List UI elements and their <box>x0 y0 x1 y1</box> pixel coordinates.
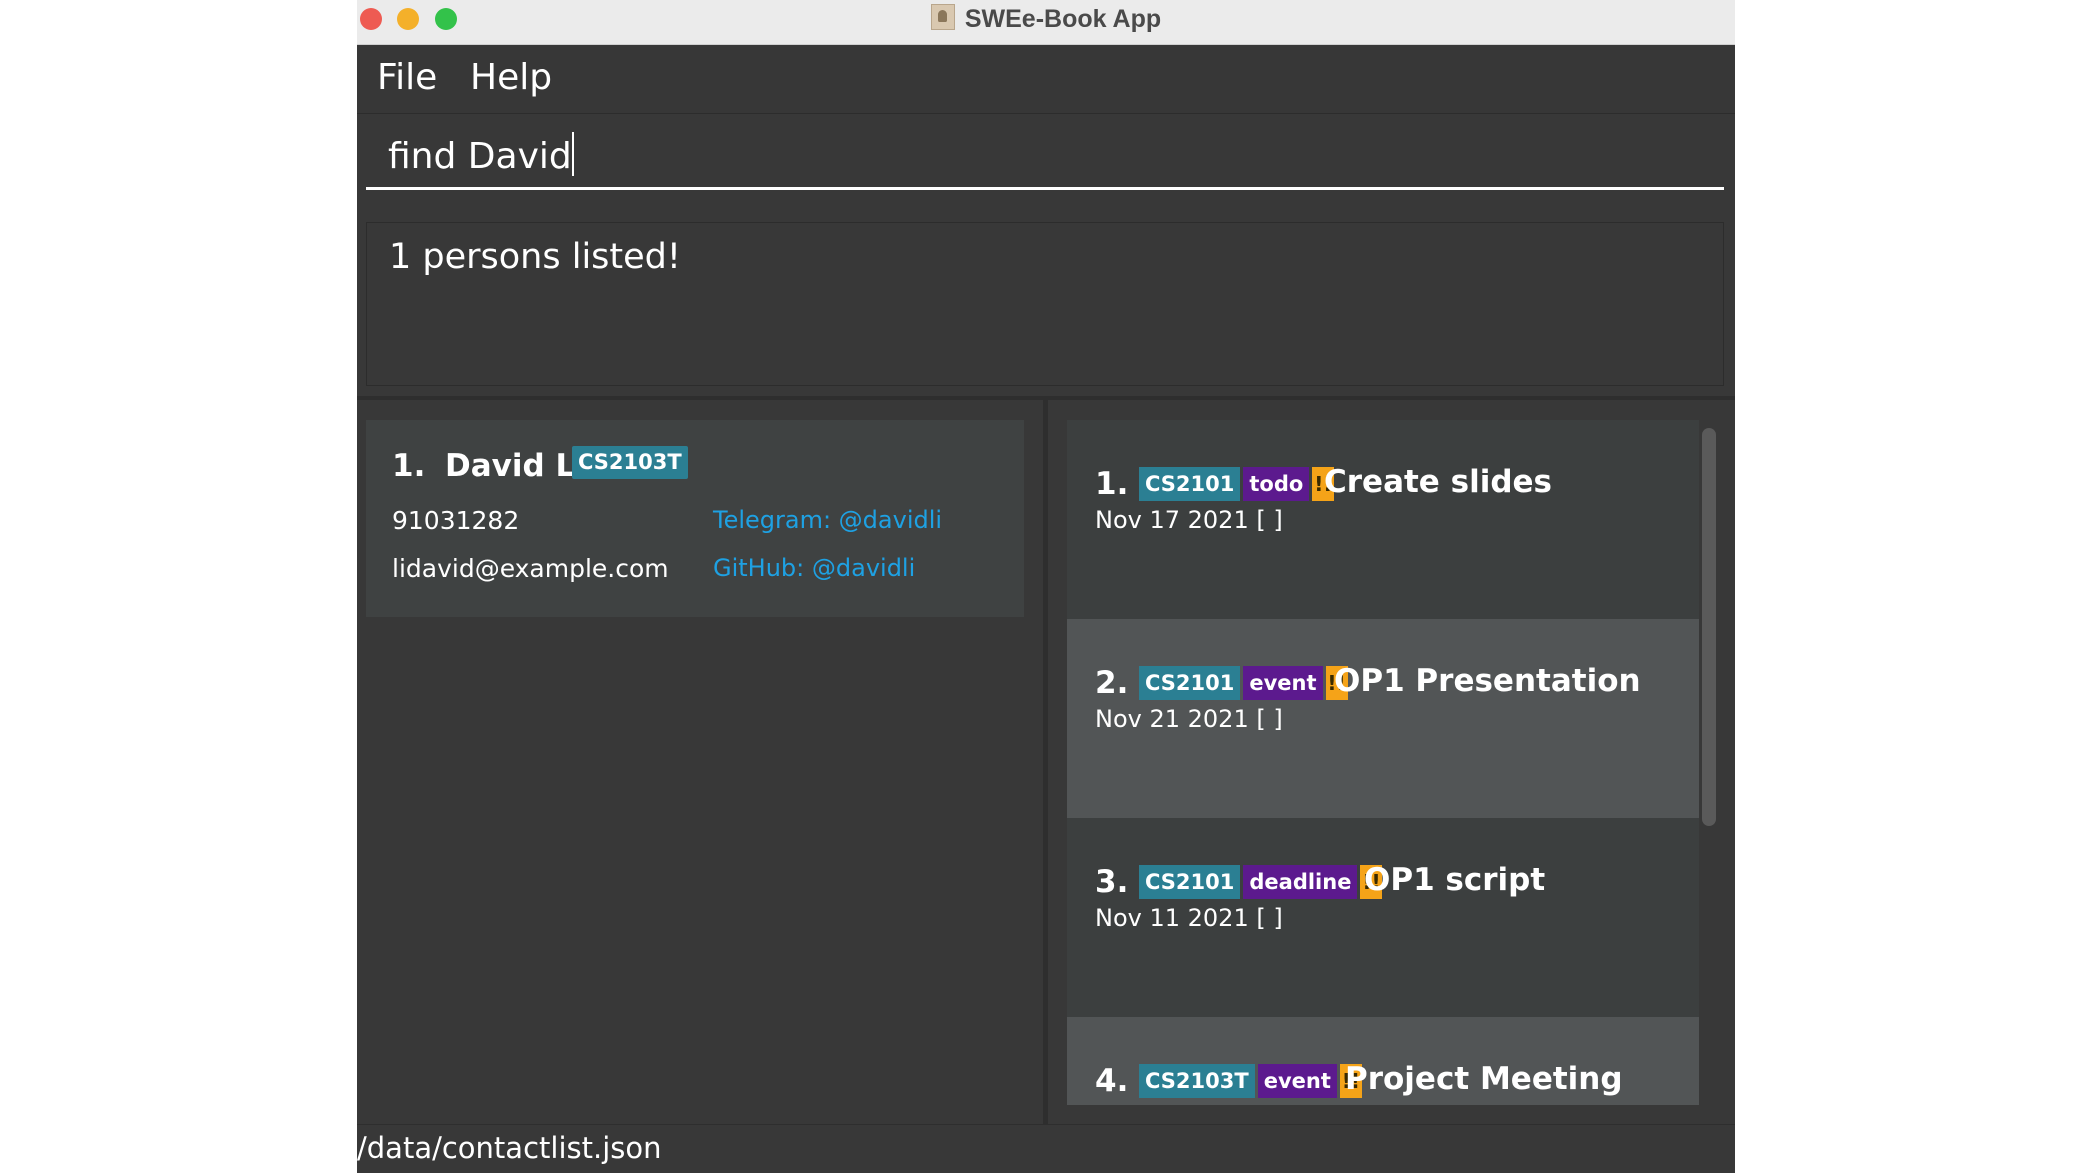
task-module-tag: CS2101 <box>1139 865 1241 899</box>
title-bar: SWEe-Book App <box>357 0 1735 45</box>
task-type-tag: event <box>1243 666 1323 700</box>
menu-bar: File Help <box>357 45 1735 114</box>
task-tags: CS2101 todo !! <box>1139 467 1335 501</box>
task-module-tag: CS2101 <box>1139 666 1241 700</box>
task-module-tag: CS2101 <box>1139 467 1241 501</box>
task-index: 1. <box>1095 466 1129 502</box>
task-card[interactable]: 2. CS2101 event !! OP1 Presentation Nov … <box>1067 619 1699 818</box>
task-tags: CS2101 deadline !! <box>1139 865 1383 899</box>
menu-file[interactable]: File <box>377 57 437 98</box>
person-name: David Li <box>445 448 586 484</box>
app-window: SWEe-Book App File Help find David 1 per… <box>357 0 1735 1173</box>
person-list-panel: 1. David Li CS2103T 91031282 lidavid@exa… <box>357 400 1043 1124</box>
task-type-tag: todo <box>1243 467 1310 501</box>
person-card[interactable]: 1. David Li CS2103T 91031282 lidavid@exa… <box>366 420 1024 617</box>
text-caret <box>571 132 574 176</box>
task-type-tag: deadline <box>1243 865 1358 899</box>
task-date: Nov 17 2021 [ ] <box>1095 506 1283 534</box>
result-message: 1 persons listed! <box>389 237 681 277</box>
task-title: Project Meeting <box>1345 1061 1623 1097</box>
person-index: 1. <box>392 448 426 484</box>
github-link[interactable]: GitHub: @davidli <box>713 554 915 582</box>
menu-help[interactable]: Help <box>470 57 552 98</box>
command-input[interactable]: find David <box>366 124 1724 190</box>
task-tags: CS2103T event !! <box>1139 1064 1362 1098</box>
task-index: 3. <box>1095 864 1129 900</box>
status-bar: /data/contactlist.json <box>357 1124 1735 1173</box>
task-date: Nov 21 2021 [ ] <box>1095 705 1283 733</box>
window-title-wrap: SWEe-Book App <box>357 4 1735 34</box>
window-title: SWEe-Book App <box>964 5 1162 33</box>
task-card[interactable]: 4. CS2103T event !! Project Meeting <box>1067 1017 1699 1105</box>
task-card[interactable]: 3. CS2101 deadline !! OP1 script Nov 11 … <box>1067 818 1699 1017</box>
task-list-scrollbar[interactable] <box>1702 428 1716 826</box>
task-card[interactable]: 1. CS2101 todo !! Create slides Nov 17 2… <box>1067 420 1699 619</box>
command-text: find David <box>388 136 572 177</box>
person-tag: CS2103T <box>572 446 688 479</box>
app-icon <box>930 4 955 30</box>
command-area: find David <box>357 114 1735 210</box>
task-title: Create slides <box>1324 464 1552 500</box>
task-index: 2. <box>1095 665 1129 701</box>
task-type-tag: event <box>1257 1064 1337 1098</box>
task-index: 4. <box>1095 1063 1129 1099</box>
task-date: Nov 11 2021 [ ] <box>1095 904 1283 932</box>
person-phone: 91031282 <box>392 506 520 535</box>
task-list-panel: 1. CS2101 todo !! Create slides Nov 17 2… <box>1048 400 1735 1124</box>
task-tags: CS2101 event !! <box>1139 666 1348 700</box>
person-email: lidavid@example.com <box>392 554 669 583</box>
task-title: OP1 script <box>1364 862 1546 898</box>
task-list[interactable]: 1. CS2101 todo !! Create slides Nov 17 2… <box>1067 420 1699 1105</box>
status-file-path: /data/contactlist.json <box>357 1131 662 1165</box>
result-display: 1 persons listed! <box>366 222 1724 386</box>
task-module-tag: CS2103T <box>1139 1064 1255 1098</box>
telegram-link[interactable]: Telegram: @davidli <box>713 506 942 534</box>
task-title: OP1 Presentation <box>1334 663 1641 699</box>
